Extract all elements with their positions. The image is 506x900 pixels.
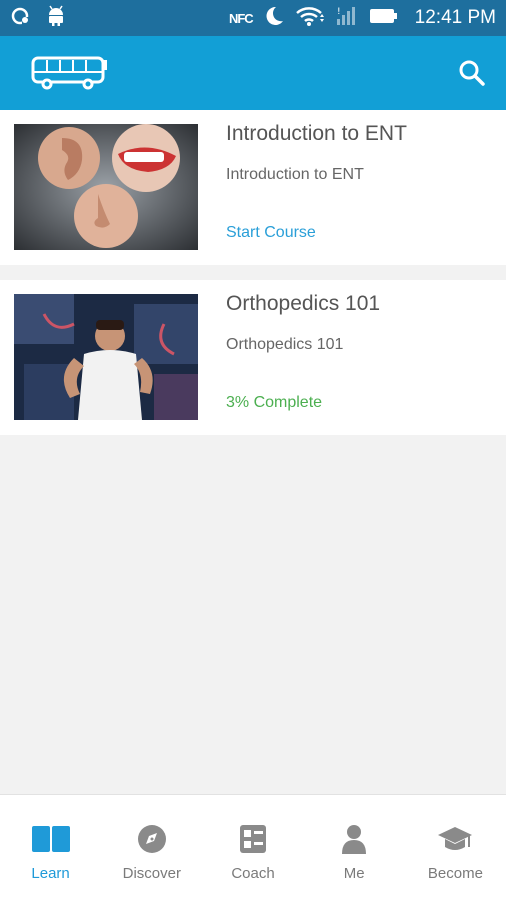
person-icon	[334, 823, 374, 855]
nfc-icon: NFC	[228, 10, 254, 26]
nav-label: Coach	[231, 865, 275, 882]
nav-become[interactable]: Become	[405, 795, 506, 900]
nav-label: Discover	[122, 865, 181, 882]
course-progress-text: 3% Complete	[226, 394, 323, 411]
nav-label: Become	[427, 865, 483, 882]
nav-label: Learn	[31, 865, 70, 882]
nav-discover[interactable]: Discover	[101, 795, 202, 900]
bottom-nav: Learn Discover Coach Me Become	[0, 794, 506, 900]
signal-icon: !	[335, 5, 359, 32]
nav-label: Me	[343, 865, 365, 882]
graduation-cap-icon	[435, 823, 475, 855]
start-course-link[interactable]: Start Course	[226, 224, 316, 242]
nav-coach[interactable]: Coach	[202, 795, 303, 900]
wifi-icon	[295, 5, 325, 32]
bus-logo-icon	[30, 54, 110, 92]
course-subtitle: Orthopedics 101	[226, 336, 344, 353]
nav-me[interactable]: Me	[304, 795, 405, 900]
course-title: Introduction to ENT	[226, 122, 407, 145]
course-list: Introduction to ENT Introduction to ENT …	[0, 110, 506, 435]
search-button[interactable]	[454, 55, 490, 91]
compass-icon	[132, 823, 172, 855]
book-icon	[31, 823, 71, 855]
clipboard-icon	[233, 823, 273, 855]
search-icon	[459, 60, 485, 86]
battery-icon	[369, 6, 399, 31]
svg-text:!: !	[337, 7, 341, 17]
course-card-ent[interactable]: Introduction to ENT Introduction to ENT …	[0, 110, 506, 265]
sync-icon	[10, 5, 32, 32]
status-time: 12:41 PM	[414, 7, 496, 28]
moon-icon	[263, 5, 285, 32]
course-subtitle: Introduction to ENT	[226, 166, 364, 183]
course-card-orthopedics[interactable]: Orthopedics 101 Orthopedics 101 3% Compl…	[0, 280, 506, 435]
app-bar	[0, 36, 506, 110]
status-bar: NFC ! 12:41 PM	[0, 0, 506, 36]
nav-learn[interactable]: Learn	[0, 795, 101, 900]
android-icon	[46, 5, 66, 32]
course-thumbnail-ent	[14, 124, 198, 250]
course-thumbnail-orthopedics	[14, 294, 198, 420]
course-title: Orthopedics 101	[226, 292, 381, 315]
